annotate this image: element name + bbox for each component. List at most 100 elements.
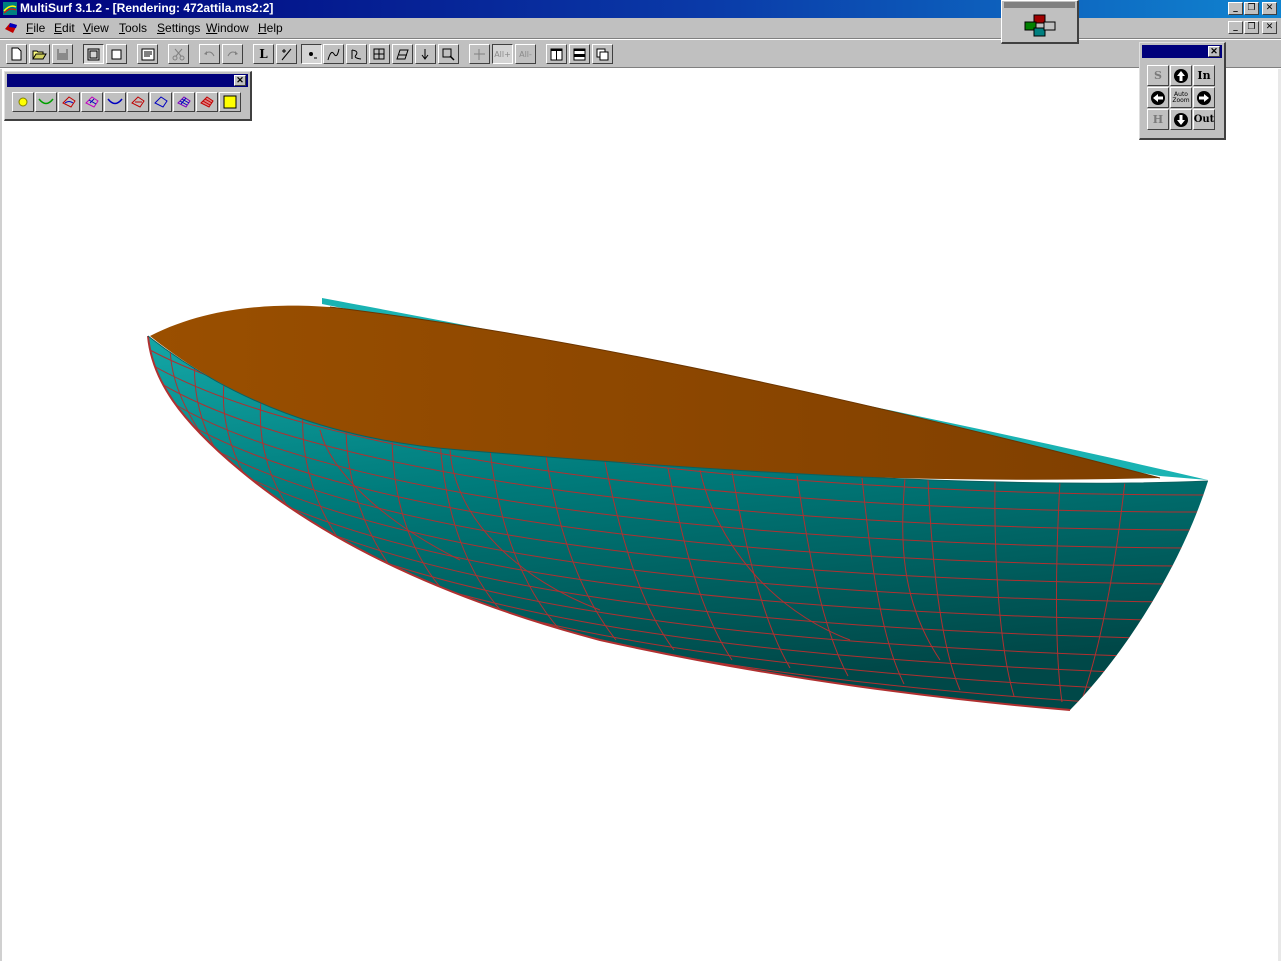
navigation-palette: ✕ S In Auto Zoom H Out <box>1139 42 1226 140</box>
snap-button[interactable]: S <box>1147 65 1169 86</box>
new-icon <box>11 47 22 61</box>
blue-surface-button[interactable] <box>150 92 172 112</box>
restore-button[interactable]: ❐ <box>1244 2 1259 15</box>
new-button[interactable] <box>6 44 27 64</box>
menu-edit[interactable]: Edit <box>54 21 75 35</box>
redo-icon <box>227 50 238 56</box>
red-surface-icon <box>131 96 145 108</box>
zoom-in-button[interactable]: In <box>1193 65 1215 86</box>
undo-icon <box>204 50 215 56</box>
navigation-palette-close-button[interactable]: ✕ <box>1208 46 1220 57</box>
rotate-up-button[interactable] <box>1170 65 1192 86</box>
document-icon[interactable] <box>4 21 19 35</box>
line-tool-icon: L <box>259 47 268 61</box>
grid-tool-icon <box>373 48 385 59</box>
box-icon <box>111 49 122 59</box>
frame-button[interactable] <box>83 44 104 64</box>
blue-curve-icon <box>107 98 123 105</box>
frame-icon <box>87 48 100 60</box>
snake-entity-button[interactable] <box>58 92 80 112</box>
properties-icon <box>141 48 154 60</box>
snake-entity-icon <box>62 96 76 108</box>
redo-button[interactable] <box>222 44 243 64</box>
all-plus-icon: All+ <box>494 49 511 59</box>
tile-vertical-button[interactable] <box>546 44 567 64</box>
doc-close-button[interactable]: ✕ <box>1262 21 1277 34</box>
multisurf-app-icon[interactable] <box>3 2 17 15</box>
doc-restore-button[interactable]: ❐ <box>1244 21 1259 34</box>
surface-tool-button[interactable] <box>392 44 413 64</box>
windows-group-icon <box>1024 14 1056 37</box>
rotate-left-button[interactable] <box>1147 87 1169 108</box>
minimize-button[interactable]: _ <box>1228 2 1243 15</box>
zoom-box-icon <box>442 48 455 61</box>
open-icon <box>32 50 47 59</box>
menu-window[interactable]: Window <box>206 21 249 35</box>
blue-curve-button[interactable] <box>104 92 126 112</box>
blue-surface-icon <box>154 96 168 108</box>
entity-palette-caption[interactable]: ✕ <box>7 74 248 87</box>
entity-palette-close-button[interactable]: ✕ <box>234 75 246 86</box>
cut-icon <box>172 48 185 60</box>
curve-tool-button[interactable] <box>323 44 344 64</box>
curve-tool-icon <box>327 48 340 60</box>
all-plus-button[interactable]: All+ <box>492 44 513 64</box>
rotate-right-button[interactable] <box>1193 87 1215 108</box>
red-surface-button[interactable] <box>127 92 149 112</box>
cascade-button[interactable] <box>592 44 613 64</box>
scale-button[interactable] <box>276 44 297 64</box>
menu-tools[interactable]: Tools <box>119 21 147 35</box>
zoom-box-button[interactable] <box>438 44 459 64</box>
ruled-surface-icon <box>85 96 99 108</box>
shaded-surface-button[interactable] <box>196 92 218 112</box>
arrow-right-icon <box>1197 90 1211 105</box>
scale-icon <box>281 48 292 60</box>
curve-entity-icon <box>38 98 54 105</box>
point-tool-button[interactable] <box>301 44 322 64</box>
rendering-viewport[interactable] <box>0 69 1281 961</box>
close-button[interactable]: ✕ <box>1262 2 1277 15</box>
undo-button[interactable] <box>199 44 220 64</box>
snake-tool-button[interactable] <box>346 44 367 64</box>
vertex-tool-button[interactable] <box>415 44 436 64</box>
shaded-surface-icon <box>200 96 214 108</box>
main-toolbar: L All+ All- <box>0 39 1281 68</box>
zoom-out-button[interactable]: Out <box>1193 109 1215 130</box>
curve-entity-button[interactable] <box>35 92 57 112</box>
menu-help[interactable]: Help <box>258 21 283 35</box>
box-button[interactable] <box>106 44 127 64</box>
all-minus-icon: All- <box>519 49 532 59</box>
yellow-square-button[interactable] <box>219 92 241 112</box>
minimized-window[interactable] <box>1001 0 1079 44</box>
ruled-surface-button[interactable] <box>81 92 103 112</box>
navigation-palette-caption[interactable]: ✕ <box>1142 45 1222 58</box>
yellow-square-icon <box>223 95 237 109</box>
surface-tool-icon <box>396 49 409 59</box>
open-button[interactable] <box>29 44 50 64</box>
menu-settings[interactable]: Settings <box>157 21 200 35</box>
grid-tool-button[interactable] <box>369 44 390 64</box>
home-button[interactable]: H <box>1147 109 1169 130</box>
mesh-surface-button[interactable] <box>173 92 195 112</box>
arrow-up-icon <box>1174 68 1188 83</box>
axis-icon <box>474 48 485 60</box>
menu-view[interactable]: View <box>83 21 109 35</box>
properties-button[interactable] <box>137 44 158 64</box>
point-entity-button[interactable] <box>12 92 34 112</box>
save-icon <box>57 48 68 60</box>
cascade-icon <box>596 48 609 60</box>
axis-button[interactable] <box>469 44 490 64</box>
auto-zoom-button[interactable]: Auto Zoom <box>1170 87 1192 108</box>
tile-horizontal-button[interactable] <box>569 44 590 64</box>
arrow-left-icon <box>1151 90 1165 105</box>
arrow-down-icon <box>1174 112 1188 127</box>
doc-minimize-button[interactable]: _ <box>1228 21 1243 34</box>
menu-file[interactable]: File <box>26 21 45 35</box>
save-button[interactable] <box>52 44 73 64</box>
point-tool-icon <box>309 51 317 58</box>
line-tool-button[interactable]: L <box>253 44 274 64</box>
minimized-window-caption <box>1004 2 1075 8</box>
cut-button[interactable] <box>168 44 189 64</box>
rotate-down-button[interactable] <box>1170 109 1192 130</box>
all-minus-button[interactable]: All- <box>515 44 536 64</box>
